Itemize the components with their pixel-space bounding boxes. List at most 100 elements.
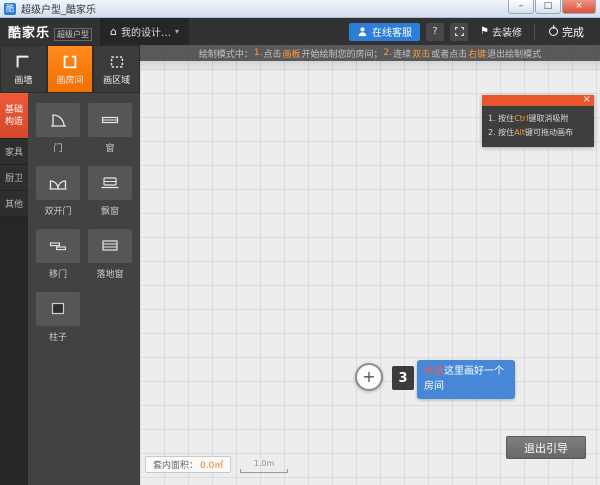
mode-step1-highlight: 画板 — [282, 47, 300, 60]
tip-line-alt: 2. 按住Alt键可拖动画布 — [488, 126, 588, 140]
tool-draw-wall[interactable]: 画墙 — [1, 46, 46, 92]
component-sliding-door[interactable]: 移门 — [36, 229, 80, 280]
app-icon: 酷 — [4, 3, 16, 15]
area-status: 套内面积： 0.0㎡ — [145, 456, 231, 473]
component-door-label: 门 — [53, 141, 62, 154]
guide-tooltip-highlight: 点击 — [424, 366, 444, 377]
component-bay-window-card — [88, 166, 132, 200]
finish-label: 完成 — [562, 24, 584, 40]
tip-box-body: 1. 按住Ctrl键取消吸附 2. 按住Alt键可拖动画布 — [482, 106, 594, 147]
component-pillar[interactable]: 柱子 — [36, 292, 80, 343]
mode-step2-highlight1: 双击 — [412, 47, 430, 60]
scale-ruler: 1.0m — [240, 459, 288, 473]
tool-draw-region[interactable]: 画区域 — [94, 46, 139, 92]
tip-line-ctrl: 1. 按住Ctrl键取消吸附 — [488, 112, 588, 126]
tip-line2-pre: 2. 按住 — [488, 128, 514, 137]
scale-line — [240, 469, 288, 473]
component-window-label: 窗 — [105, 141, 114, 154]
help-button[interactable]: ? — [426, 23, 444, 41]
component-sliding-door-card — [36, 229, 80, 263]
titlebar[interactable]: 酷 超级户型_酷家乐 – □ × — [0, 0, 600, 18]
component-grid: 门 窗 双开门 — [36, 103, 132, 343]
online-service-label: 在线客服 — [372, 24, 412, 39]
component-double-door[interactable]: 双开门 — [36, 166, 80, 217]
online-service-button[interactable]: 在线客服 — [349, 23, 420, 41]
component-french-window-label: 落地窗 — [96, 267, 123, 280]
tab-kitchen-bath[interactable]: 厨卫 — [0, 165, 28, 191]
exit-guide-button[interactable]: 退出引导 — [506, 436, 586, 459]
shortcut-tip-box: × 1. 按住Ctrl键取消吸附 2. 按住Alt键可拖动画布 — [482, 95, 594, 147]
tool-draw-region-label: 画区域 — [103, 73, 130, 86]
tip-box-header: × — [482, 95, 594, 106]
mode-step2-highlight2: 右键 — [468, 47, 486, 60]
component-bay-window-label: 飘窗 — [101, 204, 119, 217]
person-icon — [357, 26, 368, 37]
area-label: 套内面积： — [153, 458, 198, 471]
tip-line1-pre: 1. 按住 — [488, 114, 514, 123]
component-bay-window[interactable]: 飘窗 — [88, 166, 132, 217]
go-decorate-button[interactable]: ⚑ 去装修 — [474, 24, 528, 39]
area-value: 0.0㎡ — [200, 458, 223, 471]
sliding-door-icon — [47, 236, 69, 256]
close-button[interactable]: × — [562, 0, 596, 14]
help-icon: ? — [432, 23, 437, 41]
tip-alt-key: Alt — [514, 128, 525, 137]
tip-line2-post: 键可拖动画布 — [525, 128, 573, 137]
fullscreen-button[interactable] — [450, 23, 468, 41]
tab-other-label: 其他 — [5, 197, 23, 210]
mode-prefix: 绘制模式中： — [199, 47, 253, 60]
fullscreen-icon — [454, 26, 465, 37]
guide-tooltip: 点击这里画好一个房间 — [417, 360, 515, 399]
component-door-card — [36, 103, 80, 137]
power-icon — [549, 27, 558, 36]
window-controls: – □ × — [507, 0, 596, 14]
tab-other[interactable]: 其他 — [0, 191, 28, 217]
door-icon — [47, 110, 69, 130]
tool-draw-room-label: 画房间 — [57, 73, 84, 86]
draw-mode-bar: 绘制模式中： 1. 点击 画板 开始绘制您的房间； 2. 连续 双击 或者点击 … — [140, 45, 600, 61]
component-window[interactable]: 窗 — [88, 103, 132, 154]
draw-tools: 画墙 画房间 画区域 — [0, 45, 140, 93]
minimize-button[interactable]: – — [508, 0, 534, 14]
bay-window-icon — [99, 173, 121, 193]
tab-furniture-label: 家具 — [5, 145, 23, 158]
close-icon[interactable]: × — [583, 94, 591, 105]
tip-line1-post: 键取消吸附 — [528, 114, 568, 123]
component-pillar-card — [36, 292, 80, 326]
pillar-icon — [47, 299, 69, 319]
home-icon: ⌂ — [110, 25, 117, 38]
logo-subtitle: 超级户型 — [54, 28, 92, 41]
draw-start-target[interactable]: + — [355, 363, 383, 391]
mode-step1-number: 1. — [254, 48, 263, 58]
tab-basic-structure[interactable]: 基础构造 — [0, 93, 28, 139]
tab-furniture[interactable]: 家具 — [0, 139, 28, 165]
component-double-door-label: 双开门 — [44, 204, 71, 217]
plus-icon: + — [362, 369, 375, 385]
component-panel: 门 窗 双开门 — [28, 93, 140, 485]
logo-text: 酷家乐 — [8, 22, 50, 41]
component-french-window[interactable]: 落地窗 — [88, 229, 132, 280]
maximize-button[interactable]: □ — [535, 0, 561, 14]
draw-room-icon — [60, 53, 80, 71]
chevron-down-icon: ▾ — [175, 27, 179, 36]
component-window-card — [88, 103, 132, 137]
double-door-icon — [47, 173, 69, 193]
component-door[interactable]: 门 — [36, 103, 80, 154]
window-title: 超级户型_酷家乐 — [21, 1, 96, 16]
tool-draw-wall-label: 画墙 — [14, 73, 32, 86]
tool-draw-room[interactable]: 画房间 — [48, 46, 93, 92]
mode-step1-rest: 开始绘制您的房间； — [301, 47, 382, 60]
draw-region-icon — [107, 53, 127, 71]
finish-button[interactable]: 完成 — [541, 24, 592, 40]
my-design-menu[interactable]: ⌂ 我的设计… ▾ — [100, 18, 189, 45]
mode-step2-mid: 或者点击 — [431, 47, 467, 60]
category-tabs: 基础构造 家具 厨卫 其他 — [0, 93, 28, 485]
component-pillar-label: 柱子 — [49, 330, 67, 343]
mode-step2-number: 2. — [383, 48, 392, 58]
flag-icon: ⚑ — [480, 26, 489, 37]
guide-step-badge: 3 — [392, 366, 414, 390]
my-design-label: 我的设计… — [121, 24, 171, 39]
component-double-door-card — [36, 166, 80, 200]
go-decorate-label: 去装修 — [492, 24, 522, 39]
component-french-window-card — [88, 229, 132, 263]
